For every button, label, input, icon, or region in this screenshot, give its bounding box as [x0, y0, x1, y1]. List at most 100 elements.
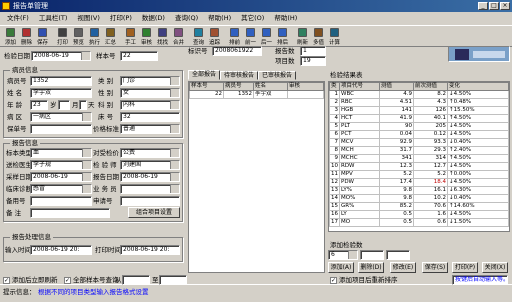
table-row[interactable]: 3 HGB 141 126 ↑15.50%	[329, 106, 509, 115]
combo-setting-button[interactable]: 组合项目设置	[128, 207, 180, 218]
dept-select[interactable]: 内科	[120, 100, 180, 110]
col-change[interactable]: 变化	[447, 82, 509, 91]
table-row[interactable]: 9 MCHC 341 314 ↑4.50%	[329, 154, 509, 163]
table-row[interactable]: 1 WBC 4.9 8.2 ↓4.50%	[329, 90, 509, 99]
col-audit[interactable]: 审核	[287, 82, 324, 91]
toolbar-button-14[interactable]: 前一	[243, 27, 258, 47]
table-row[interactable]: 2 RBC 4.51 4.3 ↑0.48%	[329, 98, 509, 107]
col-value[interactable]: 测值	[379, 82, 414, 91]
note-field[interactable]	[30, 196, 92, 206]
menu-query[interactable]: 查询(Q)	[171, 13, 202, 24]
toolbar-button-9[interactable]: 找找	[155, 27, 170, 47]
toolbar-button-11[interactable]: 查询	[191, 27, 206, 47]
toolbar-button-4[interactable]: 预览	[71, 27, 86, 47]
toolbar-button-10[interactable]: 合并	[171, 27, 186, 47]
toolbar-button-7[interactable]: 手工	[123, 27, 138, 47]
checker-select[interactable]: 刘建国	[120, 160, 180, 170]
table-row[interactable]: 5 PLT 90 205 ↓4.50%	[329, 122, 509, 131]
menu-data[interactable]: 数据(D)	[138, 13, 169, 24]
print-button[interactable]: 打印(P)	[452, 262, 478, 273]
add-value-select[interactable]: 6	[328, 250, 358, 260]
toolbar-button-12[interactable]: 追踪	[207, 27, 222, 47]
price-select[interactable]: 普通	[120, 124, 180, 134]
sample-no-field[interactable]: 22	[120, 51, 158, 61]
toolbar-button-1[interactable]: 删除	[19, 27, 34, 47]
toolbar-button-17[interactable]: 刷新	[295, 27, 310, 47]
table-row[interactable]: 8 MCH 31.7 29.3 ↑2.40%	[329, 146, 509, 155]
table-row[interactable]: 13 LY% 9.8 16.1 ↓6.30%	[329, 186, 509, 195]
report-date-field[interactable]: 2008-06-19	[120, 172, 180, 182]
collect-date-field[interactable]: 2008-06-19	[30, 172, 92, 182]
age-field[interactable]: 23	[30, 100, 48, 110]
age-day-field[interactable]	[79, 100, 87, 110]
menu-other[interactable]: 其它(O)	[237, 13, 268, 24]
ward-select[interactable]: 一病区	[30, 112, 92, 122]
tab-pending-reports[interactable]: 待审核报告	[220, 71, 259, 80]
toolbar-button-16[interactable]: 排后	[275, 27, 290, 47]
toolbar-button-5[interactable]: 执行	[87, 27, 102, 47]
sample-type-select[interactable]: 血	[30, 148, 92, 158]
menu-help2[interactable]: 帮助(H)	[270, 13, 301, 24]
toolbar-button-13[interactable]: 排前	[227, 27, 242, 47]
toolbar-button-18[interactable]: 多值	[311, 27, 326, 47]
toolbar-button-6[interactable]: 汇总	[103, 27, 118, 47]
save-button[interactable]: 保存(S)	[422, 262, 448, 273]
toolbar-button-15[interactable]: 后一	[259, 27, 274, 47]
menu-toolbar[interactable]: 工具栏(T)	[35, 13, 72, 24]
tab-all-reports[interactable]: 全部报告	[188, 70, 221, 80]
age-month-field[interactable]	[58, 100, 70, 110]
col-seq[interactable]: 类	[329, 82, 340, 91]
type-select[interactable]: 门诊	[120, 76, 180, 86]
add-value-field2[interactable]	[360, 250, 384, 260]
table-row[interactable]: 15 GR% 85.2 70.6 ↑14.60%	[329, 202, 509, 211]
table-row[interactable]: 11 MPV 5.2 5.2 ↑0.00%	[329, 170, 509, 179]
menu-print[interactable]: 打印(P)	[106, 13, 136, 24]
applyno-field[interactable]	[120, 196, 180, 206]
table-row[interactable]: 17 MO 0.5 0.6 ↓1.50%	[329, 218, 509, 227]
barcode-field[interactable]: 2008061922	[212, 46, 262, 56]
menu-help[interactable]: 帮助(H)	[204, 13, 235, 24]
toolbar-button-8[interactable]: 审核	[139, 27, 154, 47]
case-no-field[interactable]: 1352	[30, 76, 92, 86]
remark-field[interactable]	[30, 208, 110, 218]
sample-date-field[interactable]: 2008-06-19	[31, 51, 91, 61]
table-row[interactable]: 22 1352 李宇双	[189, 90, 324, 99]
all-sample-checkbox[interactable]: ✓	[64, 277, 71, 284]
table-row[interactable]: 7 MCV 92.9 93.3 ↓0.40%	[329, 138, 509, 147]
menu-file[interactable]: 文件(F)	[3, 13, 33, 24]
clinic-select[interactable]: 感冒	[30, 184, 92, 194]
insure-field[interactable]	[30, 124, 92, 134]
col-sample-no[interactable]: 样本号	[189, 82, 224, 91]
delete-button[interactable]: 删除(D)	[358, 262, 384, 273]
table-row[interactable]: 14 MO% 9.8 10.2 ↓0.40%	[329, 194, 509, 203]
tab-audited-reports[interactable]: 已审核报告	[258, 71, 297, 80]
modify-button[interactable]: 修改(E)	[390, 262, 416, 273]
menu-view[interactable]: 视图(V)	[73, 13, 104, 24]
maximize-button[interactable]: □	[489, 2, 499, 10]
bed-field[interactable]: 32	[120, 112, 180, 122]
col-case-no[interactable]: 病员号	[223, 82, 254, 91]
toolbar-button-0[interactable]: 添加	[3, 27, 18, 47]
name-field[interactable]: 李宇双	[30, 88, 92, 98]
resort-checkbox[interactable]: ✓	[330, 277, 337, 284]
table-row[interactable]: 16 LY 0.5 1.6 ↓4.50%	[329, 210, 509, 219]
ctrl-select[interactable]: 公费	[120, 148, 180, 158]
from-field[interactable]	[122, 275, 150, 285]
table-row[interactable]: 4 HCT 41.9 40.1 ↑4.50%	[329, 114, 509, 123]
sex-select[interactable]: 女	[120, 88, 180, 98]
table-row[interactable]: 10 RDW 12.3 12.7 ↓4.50%	[329, 162, 509, 171]
to-field[interactable]	[159, 275, 187, 285]
col-prev-value[interactable]: 前次测值	[413, 82, 448, 91]
close-button[interactable]: ×	[500, 2, 510, 10]
table-row[interactable]: 12 PDW 17.4 18.4 ↓4.50%	[329, 178, 509, 187]
add-value-field3[interactable]	[386, 250, 410, 260]
op-select[interactable]	[120, 184, 180, 194]
col-name[interactable]: 姓名	[253, 82, 288, 91]
col-item-code[interactable]: 项目代号	[339, 82, 380, 91]
toolbar-button-2[interactable]: 保存	[35, 27, 50, 47]
toolbar-button-19[interactable]: 计算	[327, 27, 342, 47]
minimize-button[interactable]: _	[478, 2, 488, 10]
exit-button[interactable]: 关闭(X)	[482, 262, 508, 273]
table-row[interactable]: 6 PCT 0.04 0.12 ↓4.50%	[329, 130, 509, 139]
toolbar-button-3[interactable]: 打印	[55, 27, 70, 47]
